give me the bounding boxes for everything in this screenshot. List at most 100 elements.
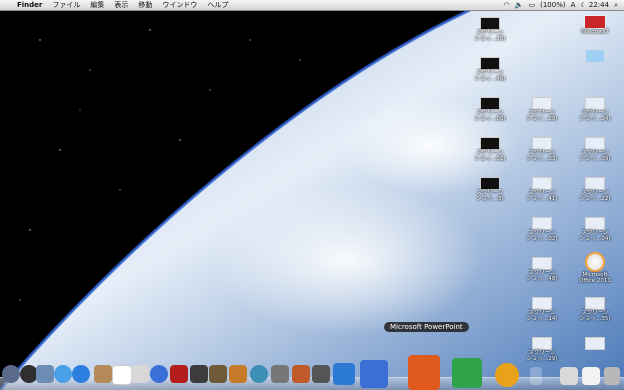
excel-icon[interactable] xyxy=(452,358,482,388)
safari-icon[interactable] xyxy=(54,365,72,383)
desktop-icon[interactable]: スクリーン ショッ…04) xyxy=(573,217,617,242)
screenshot-thumb-icon xyxy=(480,97,500,110)
desktop-icon-label: スクリーン ショッ…02) xyxy=(526,230,558,243)
powerpoint-icon[interactable] xyxy=(408,355,440,390)
desktop-icon-label: Microsoft Office 2011 xyxy=(579,272,611,285)
outlook-icon[interactable] xyxy=(495,363,519,387)
screenshot-thumb-icon xyxy=(532,217,552,230)
desktop-icon[interactable]: スクリーン ショッ…5) xyxy=(468,177,512,202)
system-preferences-icon[interactable] xyxy=(271,365,289,383)
messages-icon[interactable] xyxy=(72,365,90,383)
desktop-icon-label: スクリーン ショッ…04) xyxy=(579,230,611,243)
screenshot-thumb-icon xyxy=(480,137,500,150)
desktop-icon[interactable]: スクリーン ショッ…14) xyxy=(520,297,564,322)
screenshot-thumb-icon xyxy=(585,217,605,230)
menu-finder[interactable]: Finder xyxy=(12,0,47,11)
screenshot-thumb-icon xyxy=(532,137,552,150)
spotlight-search-icon[interactable]: ⌕ xyxy=(614,0,618,11)
input-menu-icon[interactable]: A xyxy=(571,0,576,11)
desktop-icon-label: スクリーン ショッ…41) xyxy=(526,190,558,203)
desktop-icon[interactable]: スクリーン ショッ…02) xyxy=(520,217,564,242)
parallels-vm-icon xyxy=(584,15,606,29)
screenshot-thumb-icon xyxy=(585,337,605,350)
screenshot-thumb-icon xyxy=(585,297,605,310)
desktop-icon[interactable]: スクリーン ショッ…46) xyxy=(468,57,512,82)
desktop-icon[interactable]: スクリーン ショッ…30) xyxy=(468,17,512,42)
menu-file[interactable]: ファイル xyxy=(47,0,85,11)
desktop-icon[interactable]: スクリーン ショッ…35) xyxy=(573,297,617,322)
photo-booth-icon[interactable] xyxy=(170,365,188,383)
preview-icon[interactable] xyxy=(131,365,149,383)
screenshot-thumb-icon xyxy=(532,297,552,310)
menu-edit[interactable]: 編集 xyxy=(85,0,109,11)
imovie-icon[interactable] xyxy=(209,365,227,383)
folder-icon xyxy=(586,50,604,62)
desktop-icon-label: スクリーン ショッ…33) xyxy=(526,150,558,163)
desktop-icon[interactable]: Microsoft Office 2011 xyxy=(573,252,617,284)
desktop-icon-label: スクリーン ショッ…24) xyxy=(579,110,611,123)
screenshot-thumb-icon xyxy=(585,177,605,190)
screenshot-thumb-icon xyxy=(480,177,500,190)
desktop-icon[interactable]: スクリーン ショッ…24) xyxy=(573,97,617,122)
desktop-icon[interactable] xyxy=(573,50,617,62)
script-editor-icon[interactable] xyxy=(312,365,330,383)
itunes-icon[interactable] xyxy=(150,365,168,383)
trash-icon[interactable] xyxy=(604,367,620,385)
desktop-icon[interactable] xyxy=(573,337,617,350)
menu-go[interactable]: 移動 xyxy=(133,0,157,11)
word-icon[interactable] xyxy=(333,363,355,385)
screenshot-thumb-icon xyxy=(480,57,500,70)
desktop-icon-label: スクリーン ショッ…35) xyxy=(579,310,611,323)
desktop-icon[interactable]: スクリーン ショッ…48) xyxy=(520,257,564,282)
desktop-icon-label: Windows7 xyxy=(580,29,610,35)
screenshot-thumb-icon xyxy=(585,137,605,150)
desktop-icon[interactable]: スクリーン ショッ…29) xyxy=(520,97,564,122)
desktop-icon[interactable]: スクリーン ショッ…39) xyxy=(573,137,617,162)
desktop-icon[interactable]: スクリーン ショッ…41) xyxy=(520,177,564,202)
desktop-icon-label: スクリーン ショッ…02) xyxy=(474,150,506,163)
app-store-icon[interactable] xyxy=(250,365,268,383)
desktop-icon[interactable]: スクリーン ショッ…02) xyxy=(468,137,512,162)
desktop-icon[interactable]: スクリーン ショッ…09) xyxy=(468,97,512,122)
dock-tooltip: Microsoft PowerPoint xyxy=(384,322,469,332)
desktop-icon[interactable]: スクリーン ショッ…33) xyxy=(520,137,564,162)
office-disc-icon xyxy=(585,252,605,272)
battery-percent: (100%) xyxy=(540,0,566,9)
menu-bar: Finder ファイル 編集 表示 移動 ウインドウ ヘルプ ◠ 🔈 ▭ (10… xyxy=(0,0,624,11)
screenshot-thumb-icon xyxy=(532,97,552,110)
status-area: ◠ 🔈 ▭ (100%) A ☾ 22:44 ⌕ xyxy=(504,0,624,11)
dock-separator xyxy=(530,367,542,385)
wifi-icon[interactable]: ◠ xyxy=(504,0,510,11)
iphoto-icon[interactable] xyxy=(190,365,208,383)
desktop-icon[interactable]: スクリーン ショッ…22) xyxy=(573,177,617,202)
menu-help[interactable]: ヘルプ xyxy=(202,0,233,11)
documents-stack-icon[interactable] xyxy=(582,367,600,385)
menu-view[interactable]: 表示 xyxy=(109,0,133,11)
desktop-icon[interactable]: Windows7 xyxy=(573,15,617,35)
desktop-icon-label: スクリーン ショッ…5) xyxy=(476,190,504,203)
contacts-icon[interactable] xyxy=(94,365,112,383)
downloads-stack-icon[interactable] xyxy=(560,367,578,385)
screenshot-thumb-icon xyxy=(532,177,552,190)
screenshot-thumb-icon xyxy=(532,337,552,350)
mission-control-icon[interactable] xyxy=(36,365,54,383)
desktop-icon-label: スクリーン ショッ…22) xyxy=(579,190,611,203)
desktop-icon-label: スクリーン ショッ…14) xyxy=(526,310,558,323)
word-w-icon[interactable] xyxy=(360,360,388,388)
desktop-icon-label: スクリーン ショッ…30) xyxy=(474,30,506,43)
battery-icon[interactable]: ▭ xyxy=(528,0,535,11)
menu-window[interactable]: ウインドウ xyxy=(157,0,202,11)
desktop-icon-label: スクリーン ショッ…29) xyxy=(526,110,558,123)
dock xyxy=(0,355,624,390)
volume-icon[interactable]: 🔈 xyxy=(515,0,524,11)
keynote-icon[interactable] xyxy=(292,365,310,383)
screenshot-thumb-icon xyxy=(532,257,552,270)
desktop-icon-label: スクリーン ショッ…09) xyxy=(474,110,506,123)
screenshot-thumb-icon xyxy=(585,97,605,110)
finder-icon[interactable] xyxy=(2,365,20,383)
garageband-icon[interactable] xyxy=(229,365,247,383)
calendar-icon[interactable] xyxy=(112,365,132,385)
screenshot-thumb-icon xyxy=(480,17,500,30)
clock[interactable]: ☾ 22:44 xyxy=(580,0,609,11)
desktop-icon-label: スクリーン ショッ…48) xyxy=(526,270,558,283)
